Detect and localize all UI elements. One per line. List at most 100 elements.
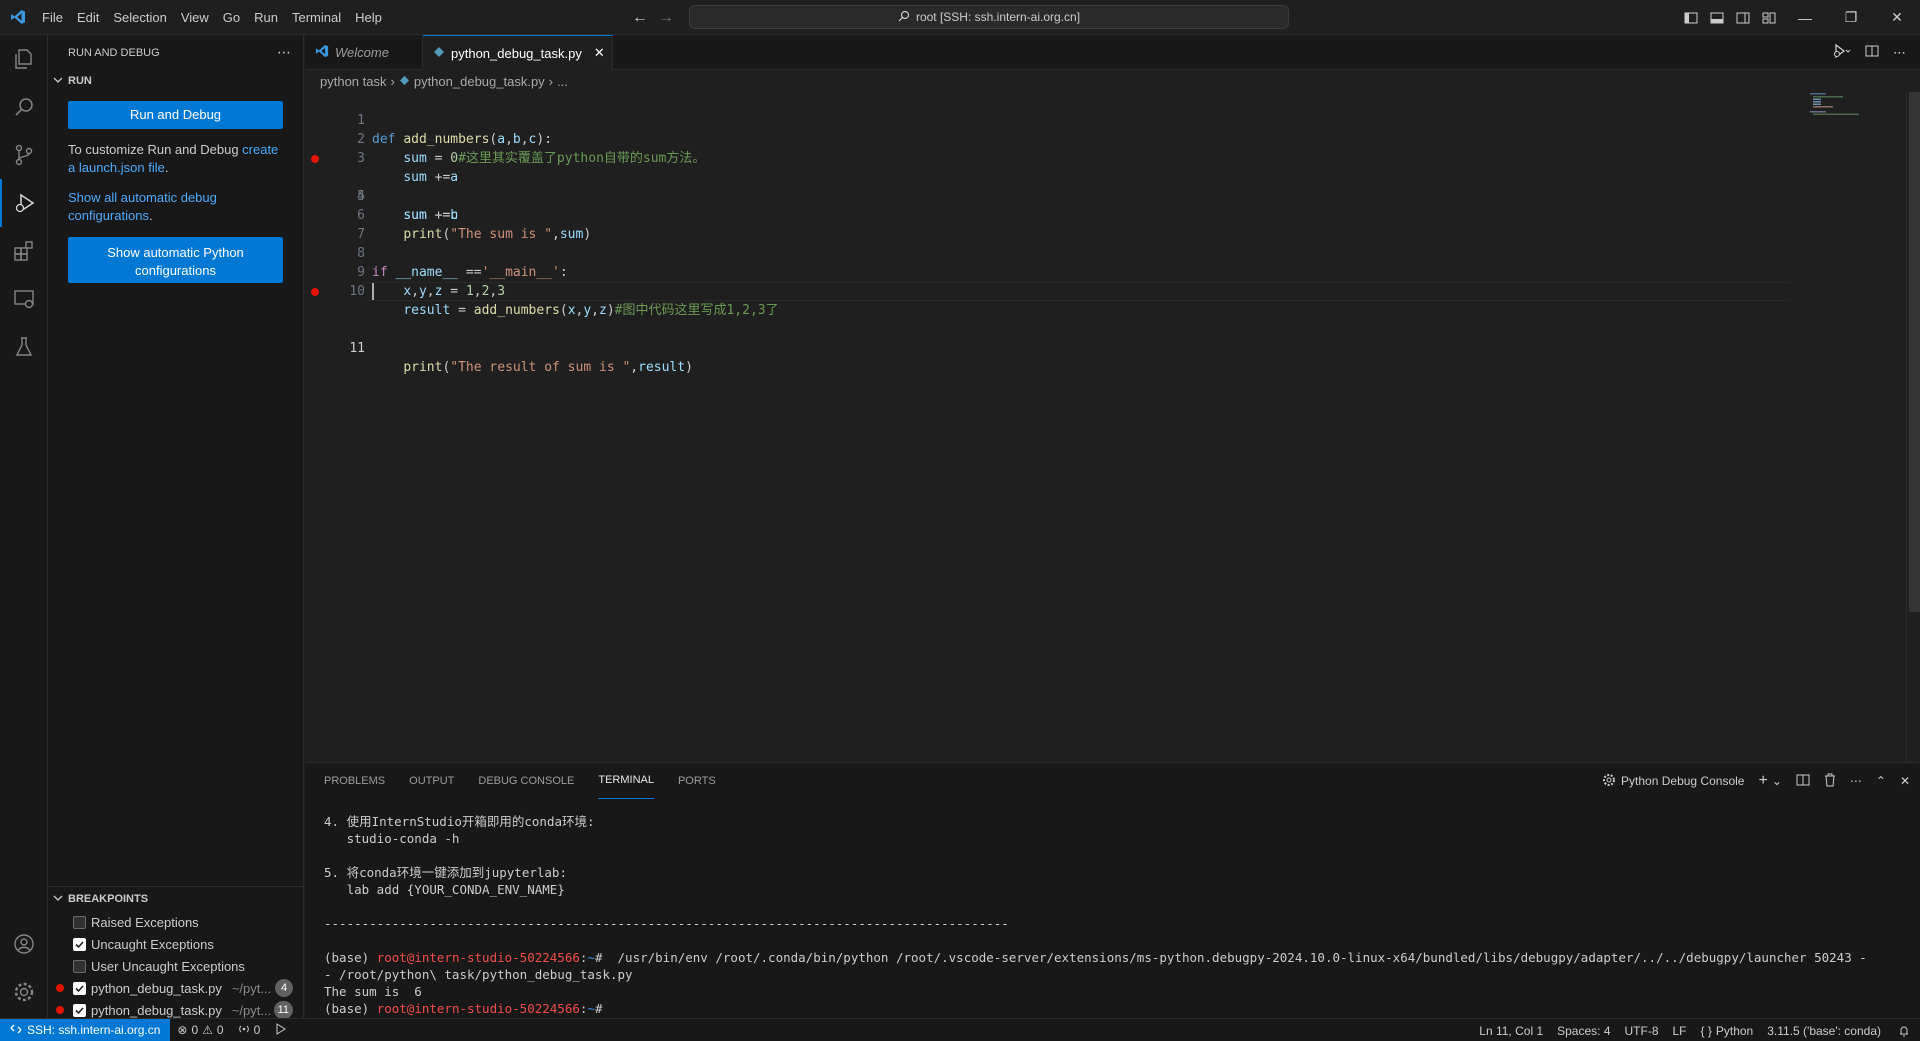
breakpoint-dot-icon[interactable] — [311, 155, 319, 163]
toggle-primary-sidebar-icon[interactable] — [1678, 0, 1704, 35]
code-editor[interactable]: 1 def add_numbers(a,b,c): 2 sum = 0#这里其实… — [305, 92, 1920, 762]
run-and-debug-button[interactable]: Run and Debug — [68, 101, 283, 129]
run-python-file-icon[interactable] — [1833, 43, 1851, 62]
minimize-icon[interactable]: — — [1782, 0, 1828, 35]
breadcrumb-folder[interactable]: python task — [320, 74, 387, 89]
chevron-down-icon[interactable]: ⌄ — [1772, 774, 1782, 788]
toggle-panel-icon[interactable] — [1704, 0, 1730, 35]
user-uncaught-exceptions-checkbox[interactable] — [73, 959, 86, 973]
remote-explorer-icon[interactable] — [0, 275, 48, 323]
prompt-user: root@intern-studio-50224566 — [376, 950, 580, 965]
notifications-bell-icon[interactable] — [1888, 1019, 1920, 1041]
show-configs-text: Show all automatic debug configurations. — [68, 189, 288, 225]
encoding[interactable]: UTF-8 — [1618, 1019, 1666, 1041]
breakpoint-checkbox[interactable] — [73, 981, 86, 995]
menu-edit[interactable]: Edit — [70, 0, 106, 35]
editor-scrollbar[interactable] — [1906, 92, 1920, 762]
tab-problems[interactable]: PROBLEMS — [324, 763, 385, 799]
vscode-logo-icon — [0, 0, 35, 35]
manage-gear-icon[interactable] — [0, 968, 48, 1016]
menu-view[interactable]: View — [174, 0, 216, 35]
close-tab-icon[interactable]: ✕ — [594, 45, 605, 61]
explorer-icon[interactable] — [0, 35, 48, 83]
breakpoint-row[interactable]: Uncaught Exceptions — [48, 933, 303, 955]
antenna-icon — [238, 1023, 250, 1038]
search-view-icon[interactable] — [0, 83, 48, 131]
testing-icon[interactable] — [0, 323, 48, 371]
forward-arrow-icon[interactable]: → — [658, 9, 674, 27]
python-button-line2: configurations — [135, 263, 216, 278]
breakpoint-row[interactable]: Raised Exceptions — [48, 911, 303, 933]
extensions-icon[interactable] — [0, 227, 48, 275]
tab-output[interactable]: OUTPUT — [409, 763, 454, 799]
customize-label: To customize Run and Debug — [68, 142, 243, 157]
tab-ports[interactable]: PORTS — [678, 763, 716, 799]
tab-debug-console[interactable]: DEBUG CONSOLE — [478, 763, 574, 799]
problems-status[interactable]: ⊗ 0 ⚠ 0 — [170, 1019, 230, 1041]
debug-status[interactable] — [267, 1019, 293, 1041]
token-comment: #图中代码这里写成1,2,3了 — [614, 303, 779, 318]
run-section-header[interactable]: RUN — [48, 70, 303, 92]
more-actions-icon[interactable]: ⋯ — [277, 44, 291, 61]
menu-go[interactable]: Go — [216, 0, 247, 35]
breadcrumb-symbol[interactable]: ... — [557, 74, 568, 89]
language-mode[interactable]: { } Python — [1694, 1019, 1761, 1041]
show-python-configs-button[interactable]: Show automatic Python configurations — [68, 237, 283, 283]
toggle-secondary-sidebar-icon[interactable] — [1730, 0, 1756, 35]
close-window-icon[interactable]: ✕ — [1874, 0, 1920, 35]
split-terminal-icon[interactable] — [1796, 773, 1810, 790]
raised-exceptions-checkbox[interactable] — [73, 915, 86, 929]
minimap[interactable] — [1810, 92, 1870, 122]
tab-python-debug-task[interactable]: python_debug_task.py ✕ — [423, 35, 613, 70]
restore-icon[interactable]: ❐ — [1828, 0, 1874, 35]
terminal-output[interactable]: 4. 使用InternStudio开箱即用的conda环境: studio-co… — [324, 813, 1904, 1017]
breadcrumb-file[interactable]: python_debug_task.py — [414, 74, 545, 89]
terminal-selector[interactable]: Python Debug Console — [1602, 773, 1744, 790]
uncaught-exceptions-checkbox[interactable] — [73, 937, 86, 951]
close-panel-icon[interactable]: ✕ — [1900, 774, 1910, 788]
scrollbar-thumb[interactable] — [1909, 92, 1920, 612]
new-terminal-icon[interactable]: + — [1758, 772, 1767, 790]
breakpoint-checkbox[interactable] — [73, 1003, 86, 1017]
accounts-icon[interactable] — [0, 920, 48, 968]
breakpoint-label: Raised Exceptions — [91, 914, 199, 930]
menu-selection[interactable]: Selection — [106, 0, 173, 35]
split-editor-icon[interactable] — [1865, 44, 1879, 61]
run-and-debug-icon[interactable] — [0, 179, 48, 227]
more-actions-icon[interactable]: ⋯ — [1850, 774, 1862, 788]
menu-file[interactable]: File — [35, 0, 70, 35]
customize-layout-icon[interactable] — [1756, 0, 1782, 35]
trash-icon[interactable] — [1824, 773, 1836, 790]
source-control-icon[interactable] — [0, 131, 48, 179]
terminal-line: (base) root@intern-studio-50224566:~# — [324, 1000, 1904, 1017]
indentation[interactable]: Spaces: 4 — [1550, 1019, 1617, 1041]
remote-label: SSH: ssh.intern-ai.org.cn — [27, 1023, 161, 1037]
status-bar: SSH: ssh.intern-ai.org.cn ⊗ 0 ⚠ 0 0 Ln 1… — [0, 1018, 1920, 1041]
forwarded-ports-status[interactable]: 0 — [231, 1019, 268, 1041]
token-variable: x — [567, 303, 576, 318]
menu-help[interactable]: Help — [348, 0, 389, 35]
breakpoint-row[interactable]: python_debug_task.py ~/pyt... 4 — [48, 977, 303, 999]
menu-terminal[interactable]: Terminal — [285, 0, 348, 35]
menu-run[interactable]: Run — [247, 0, 285, 35]
remote-indicator[interactable]: SSH: ssh.intern-ai.org.cn — [0, 1018, 171, 1041]
more-actions-icon[interactable]: ⋯ — [1893, 45, 1906, 61]
end-of-line[interactable]: LF — [1666, 1019, 1694, 1041]
command-center[interactable]: root [SSH: ssh.intern-ai.org.cn] — [689, 5, 1289, 29]
prompt-path: ~ — [587, 1001, 595, 1016]
breakpoint-file: python_debug_task.py — [91, 980, 222, 996]
tab-welcome[interactable]: Welcome — [305, 35, 423, 70]
breakpoints-header[interactable]: BREAKPOINTS — [48, 887, 303, 911]
panel-actions: Python Debug Console + ⌄ ⋯ ⌃ ✕ — [1602, 763, 1910, 799]
maximize-panel-icon[interactable]: ⌃ — [1876, 774, 1886, 788]
python-interpreter[interactable]: 3.11.5 ('base': conda) — [1760, 1019, 1888, 1041]
cursor-position[interactable]: Ln 11, Col 1 — [1472, 1019, 1550, 1041]
back-arrow-icon[interactable]: ← — [632, 9, 648, 27]
show-automatic-debug-configs-link[interactable]: Show all automatic debug configurations — [68, 190, 217, 223]
tab-terminal[interactable]: TERMINAL — [598, 763, 654, 799]
breakpoint-dot-icon[interactable] — [311, 288, 319, 296]
breakpoint-row[interactable]: User Uncaught Exceptions — [48, 955, 303, 977]
python-file-icon — [399, 74, 410, 89]
chevron-down-icon — [52, 892, 64, 907]
